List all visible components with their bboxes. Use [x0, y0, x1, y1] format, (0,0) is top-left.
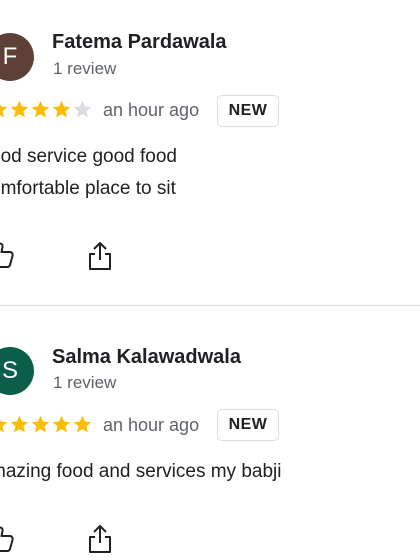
star-filled-icon — [9, 413, 30, 437]
star-filled-icon — [30, 413, 51, 437]
avatar[interactable]: F — [0, 33, 34, 81]
review-count: 1 review — [53, 59, 117, 78]
new-badge: NEW — [217, 95, 279, 127]
thumbs-up-icon[interactable] — [0, 523, 18, 555]
star-filled-icon — [51, 98, 72, 122]
thumbs-up-icon[interactable] — [0, 239, 18, 271]
star-empty-icon — [72, 98, 93, 122]
review-time: an hour ago — [103, 100, 200, 120]
review-text-line: ood service good food — [0, 146, 177, 167]
new-badge: NEW — [217, 409, 279, 441]
share-icon[interactable] — [84, 523, 116, 555]
review-card: S Salma Kalawadwala 1 review an hour ago… — [0, 307, 420, 560]
star-filled-icon — [0, 98, 9, 122]
star-filled-icon — [51, 413, 72, 437]
star-rating — [0, 413, 93, 437]
star-filled-icon — [72, 413, 93, 437]
star-filled-icon — [30, 98, 51, 122]
star-filled-icon — [0, 413, 9, 437]
review-card: F Fatema Pardawala 1 review an hour ago … — [0, 0, 420, 306]
star-rating — [0, 98, 93, 122]
review-text-line: mazing food and services my babji — [0, 461, 282, 482]
reviewer-name[interactable]: Salma Kalawadwala — [52, 346, 241, 369]
divider — [0, 305, 420, 306]
reviewer-name[interactable]: Fatema Pardawala — [52, 31, 227, 54]
review-text-line: omfortable place to sit — [0, 178, 176, 199]
star-filled-icon — [9, 98, 30, 122]
review-time: an hour ago — [103, 415, 200, 435]
avatar[interactable]: S — [0, 347, 34, 395]
review-count: 1 review — [53, 373, 117, 392]
share-icon[interactable] — [84, 240, 116, 272]
